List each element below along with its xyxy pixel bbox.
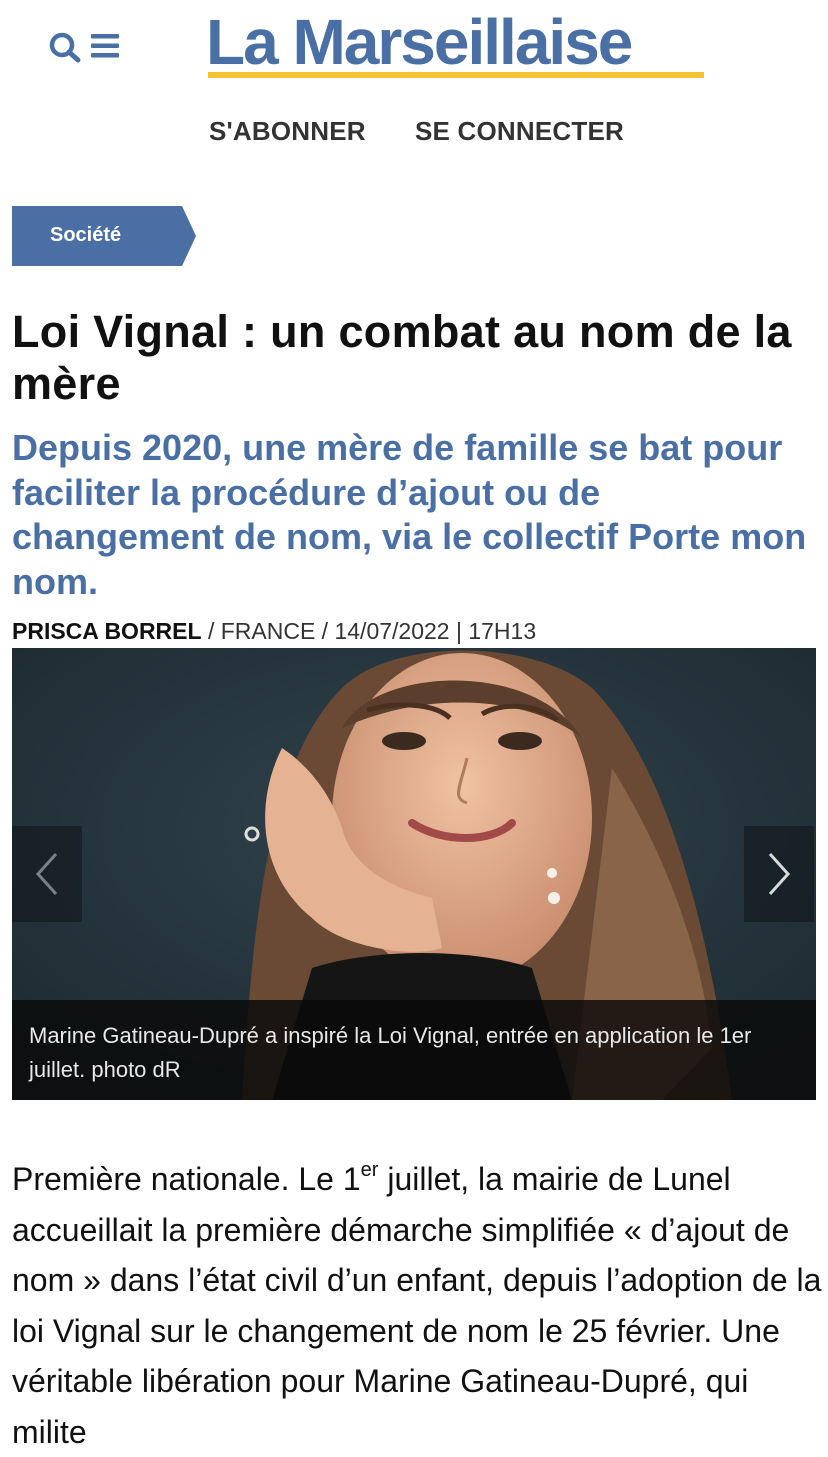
chevron-right-icon xyxy=(768,852,791,896)
subscribe-link[interactable]: S'ABONNER xyxy=(209,116,366,147)
category-tag[interactable]: Société xyxy=(12,206,196,266)
author-name[interactable]: PRISCA BORREL xyxy=(12,618,202,644)
chevron-left-icon xyxy=(35,852,58,896)
logo-underline xyxy=(208,72,704,78)
publish-date: 14/07/2022 | 17H13 xyxy=(334,618,537,644)
article-subtitle: Depuis 2020, une mère de famille se bat … xyxy=(12,427,807,602)
article-title: Loi Vignal : un combat au nom de la mère xyxy=(12,306,792,409)
photo-caption-text: Marine Gatineau-Dupré a inspiré la Loi V… xyxy=(29,1023,752,1082)
site-header: La Marseillaise S'ABONNER SE CONNECTER xyxy=(0,0,828,170)
article-byline: PRISCA BORREL / FRANCE / 14/07/2022 | 17… xyxy=(12,618,536,645)
article-photo: Marine Gatineau-Dupré a inspiré la Loi V… xyxy=(12,648,816,1100)
article-body: Première nationale. Le 1er juillet, la m… xyxy=(12,1154,822,1457)
carousel-next-button[interactable] xyxy=(744,826,814,922)
login-link[interactable]: SE CONNECTER xyxy=(415,116,624,147)
byline-region[interactable]: FRANCE xyxy=(221,618,316,644)
body-superscript: er xyxy=(360,1159,379,1181)
byline-separator: / xyxy=(315,618,335,644)
body-text-rest: juillet, la mairie de Lunel accueillait … xyxy=(12,1161,822,1450)
search-icon[interactable] xyxy=(48,28,84,64)
site-logo[interactable]: La Marseillaise xyxy=(206,4,633,80)
hamburger-menu-icon[interactable] xyxy=(88,28,124,64)
body-text-start: Première nationale. Le 1 xyxy=(12,1161,361,1197)
photo-caption: Marine Gatineau-Dupré a inspiré la Loi V… xyxy=(12,1000,816,1100)
byline-separator: / xyxy=(201,618,221,644)
category-label: Société xyxy=(50,224,122,246)
auth-links: S'ABONNER SE CONNECTER xyxy=(0,116,828,152)
carousel-prev-button[interactable] xyxy=(12,826,82,922)
